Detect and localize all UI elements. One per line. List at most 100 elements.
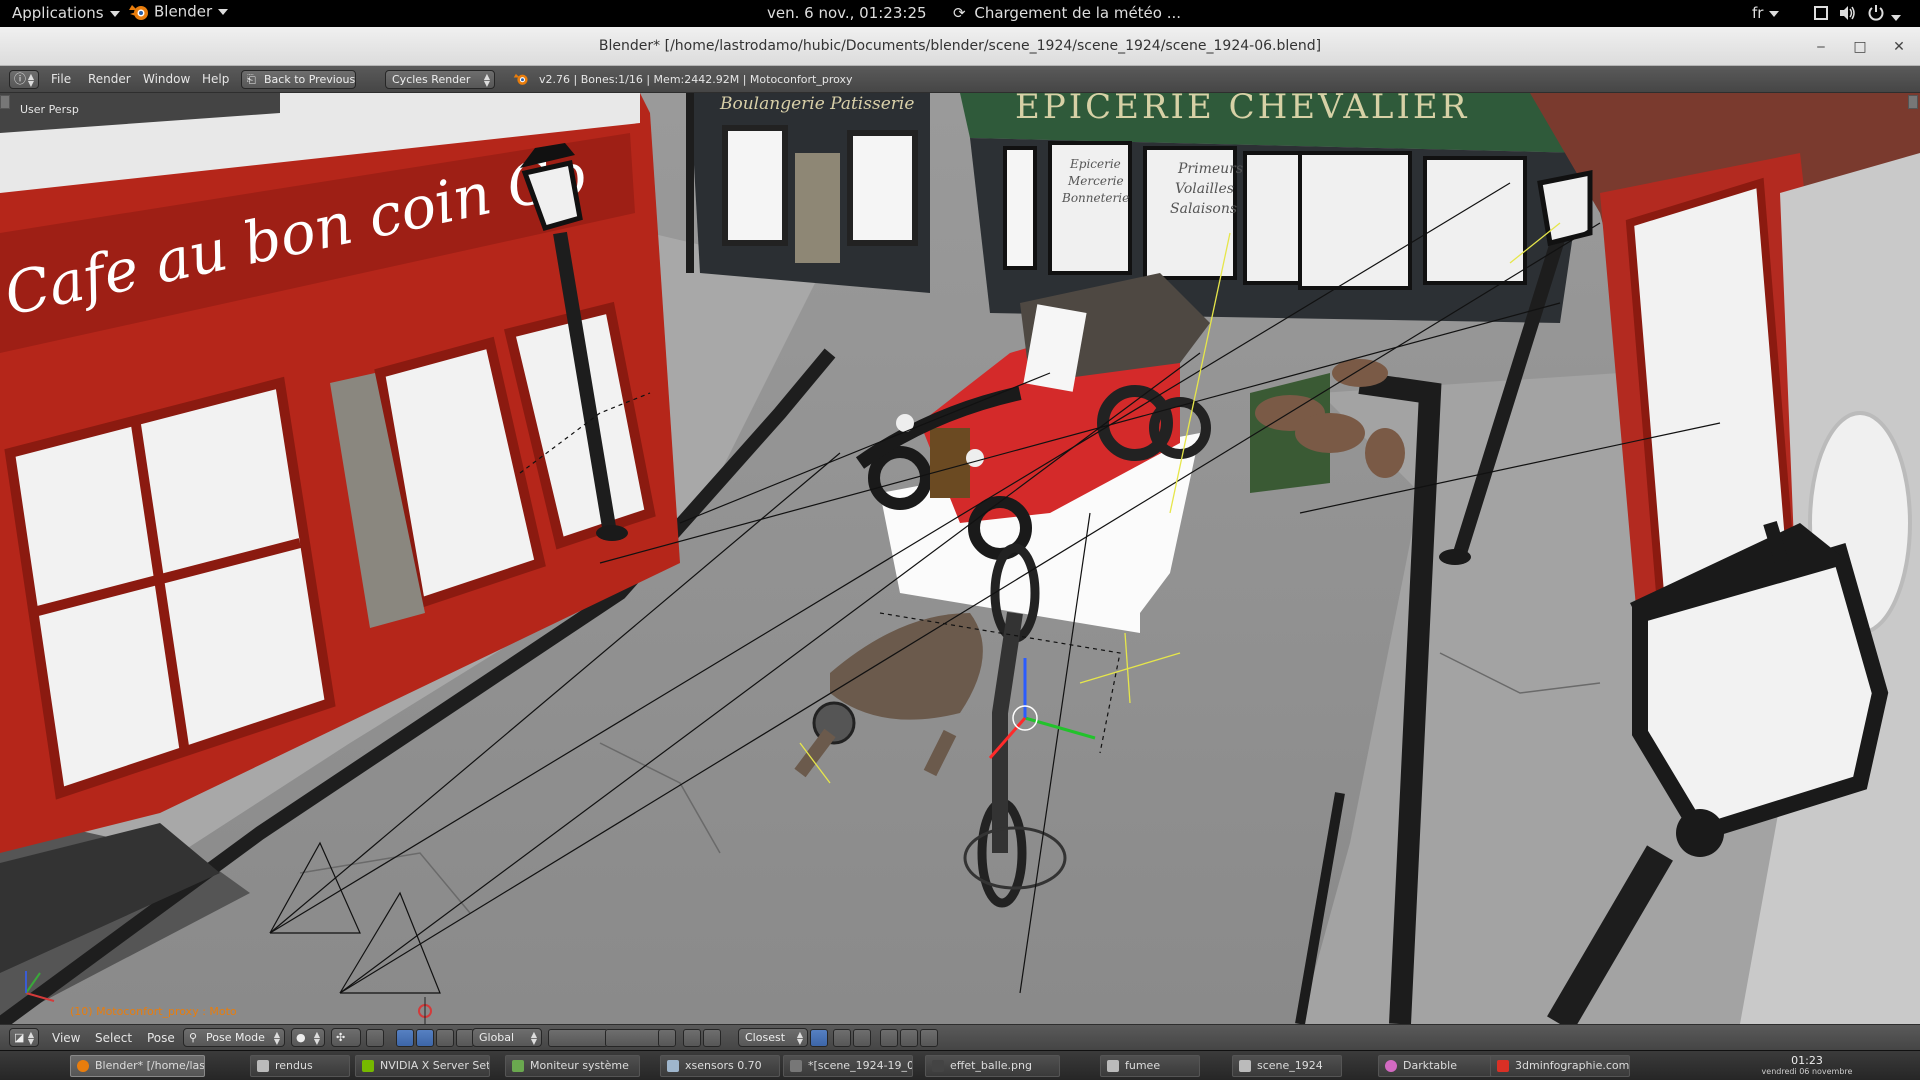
shading-sphere-icon: ● [296,1031,306,1044]
paste-flipped-pose-button[interactable] [920,1029,938,1047]
task-rendus[interactable]: rendus [250,1055,350,1077]
window-title-bar[interactable]: Blender* [/home/lastrodamo/hubic/Documen… [0,27,1920,66]
image-viewer-icon [932,1060,944,1072]
manipulator-translate-button[interactable] [396,1029,414,1047]
folder-icon [1239,1060,1251,1072]
task-system-monitor[interactable]: Moniteur système [505,1055,640,1077]
filezilla-icon [1497,1060,1509,1072]
task-scene-1924[interactable]: scene_1924 [1232,1055,1342,1077]
3d-viewport[interactable]: Cafe au bon coin Co Boulangerie Patisser… [0,93,1920,1024]
back-to-previous-button[interactable]: ⎗ Back to Previous [241,70,356,89]
power-icon [1868,5,1884,21]
taskbar-clock[interactable]: 01:23 vendredi 06 novembre [1757,1054,1857,1077]
close-button[interactable]: ✕ [1888,36,1910,58]
render-still-button[interactable] [833,1029,851,1047]
layers-grid-2[interactable] [605,1029,665,1047]
pivot-point-dropdown[interactable]: ✣ [331,1028,361,1047]
active-object-label: (10) Motoconfort_proxy : Moto [70,1005,237,1018]
dropdown-arrows-icon: ▲ ▼ [27,72,34,88]
paste-pose-button[interactable] [900,1029,918,1047]
snap-rotation-button[interactable] [810,1029,828,1047]
window-text-4: Primeurs [1177,161,1243,177]
task-label: Blender* [/home/las... [95,1059,205,1072]
task-effet-balle[interactable]: effet_balle.png [925,1055,1060,1077]
task-label: Darktable [1403,1059,1457,1072]
toolshelf-toggle[interactable] [0,95,10,109]
transform-orientation-dropdown[interactable]: Global ▲ ▼ [472,1028,542,1047]
menu-render[interactable]: Render [88,72,131,86]
darktable-icon [1385,1060,1397,1072]
task-filezilla[interactable]: 3dminfographie.com... [1490,1055,1630,1077]
minimize-button[interactable]: ‒ [1810,36,1832,58]
task-label: xsensors 0.70 [685,1059,762,1072]
menu-file[interactable]: File [51,72,71,86]
menu-help[interactable]: Help [202,72,229,86]
epicerie-sign-text: EPICERIE CHEVALIER [1015,93,1469,127]
task-fumee[interactable]: fumee [1100,1055,1200,1077]
clock-datetime[interactable]: ven. 6 nov., 01:23:25 [767,4,927,22]
proportional-editing-button[interactable] [683,1029,701,1047]
task-darktable[interactable]: Darktable [1378,1055,1493,1077]
viewport-shading-dropdown[interactable]: ● ▲ ▼ [291,1028,325,1047]
info-header: ⓘ ▲ ▼ File Render Window Help ⎗ Back to P… [0,66,1920,93]
pivot-icon: ✣ [336,1031,346,1044]
mode-label: Pose Mode [206,1031,265,1044]
task-label: rendus [275,1059,313,1072]
scene-stats: v2.76 | Bones:1/16 | Mem:2442.92M | Moto… [539,73,853,86]
dropdown-arrows-icon: ▲ ▼ [273,1030,280,1046]
snap-target-dropdown[interactable]: Closest ▲ ▼ [738,1028,808,1047]
scene-render: Cafe au bon coin Co Boulangerie Patisser… [0,93,1920,1024]
chevron-down-icon [1769,10,1780,17]
task-blender[interactable]: Blender* [/home/las... [70,1055,205,1077]
task-gimp-scene[interactable]: *[scene_1924-19_02... [783,1055,913,1077]
volume-icon[interactable] [1839,5,1857,25]
editor-type-selector[interactable]: ◪ ▲ ▼ [9,1028,39,1047]
snap-target-label: Closest [745,1031,786,1044]
window-text-5: Volailles [1175,181,1234,197]
power-menu[interactable] [1867,4,1901,26]
task-label: Moniteur système [530,1059,629,1072]
weather-widget[interactable]: ⟳ Chargement de la météo ... [953,4,1181,22]
dropdown-arrows-icon: ▲ ▼ [313,1030,320,1046]
task-nvidia-settings[interactable]: NVIDIA X Server Sett... [355,1055,490,1077]
dropdown-arrows-icon: ▲ ▼ [530,1030,537,1046]
system-monitor-icon [512,1060,524,1072]
window-text-6: Salaisons [1170,201,1237,217]
menu-pose[interactable]: Pose [147,1031,175,1045]
screen-back-icon: ⎗ [247,73,256,86]
chevron-down-icon [1891,14,1901,21]
render-engine-dropdown[interactable]: Cycles Render ▲ ▼ [385,70,495,89]
manipulator-scale-button[interactable] [436,1029,454,1047]
3d-view-header: ◪ ▲ ▼ View Select Pose ⚲ Pose Mode ▲ ▼ ● ▲… [0,1024,1920,1050]
keyboard-layout-menu[interactable]: fr [1752,4,1780,22]
manipulator-toggle-button[interactable] [366,1029,384,1047]
copy-pose-button[interactable] [880,1029,898,1047]
app-menu-blender[interactable]: Blender [128,1,229,23]
back-to-previous-label: Back to Previous [264,73,356,86]
interaction-mode-dropdown[interactable]: ⚲ Pose Mode ▲ ▼ [183,1028,285,1047]
lock-layers-button[interactable] [658,1029,676,1047]
manipulator-rotate-button[interactable] [416,1029,434,1047]
xsensors-icon [667,1060,679,1072]
layers-grid-1[interactable] [548,1029,608,1047]
window-switch-icon[interactable] [1813,5,1829,25]
blender-icon [77,1060,89,1072]
snap-toggle-button[interactable] [703,1029,721,1047]
task-xsensors[interactable]: xsensors 0.70 [660,1055,780,1077]
task-label: *[scene_1924-19_02... [808,1059,912,1072]
maximize-button[interactable]: □ [1849,36,1871,58]
refresh-icon: ⟳ [953,4,966,22]
editor-type-selector[interactable]: ⓘ ▲ ▼ [9,70,39,89]
menu-view[interactable]: View [52,1031,80,1045]
clock-time: 01:23 [1791,1054,1823,1067]
dropdown-arrows-icon: ▲ ▼ [796,1030,803,1046]
render-animation-button[interactable] [853,1029,871,1047]
task-label: scene_1924 [1257,1059,1323,1072]
menu-select[interactable]: Select [95,1031,132,1045]
window-text-3: Bonneterie [1061,191,1129,205]
info-icon: ⓘ [14,72,27,86]
applications-menu[interactable]: Applications [12,4,120,22]
properties-toggle[interactable] [1908,95,1918,109]
app-menu-label: Blender [154,2,213,21]
menu-window[interactable]: Window [143,72,190,86]
